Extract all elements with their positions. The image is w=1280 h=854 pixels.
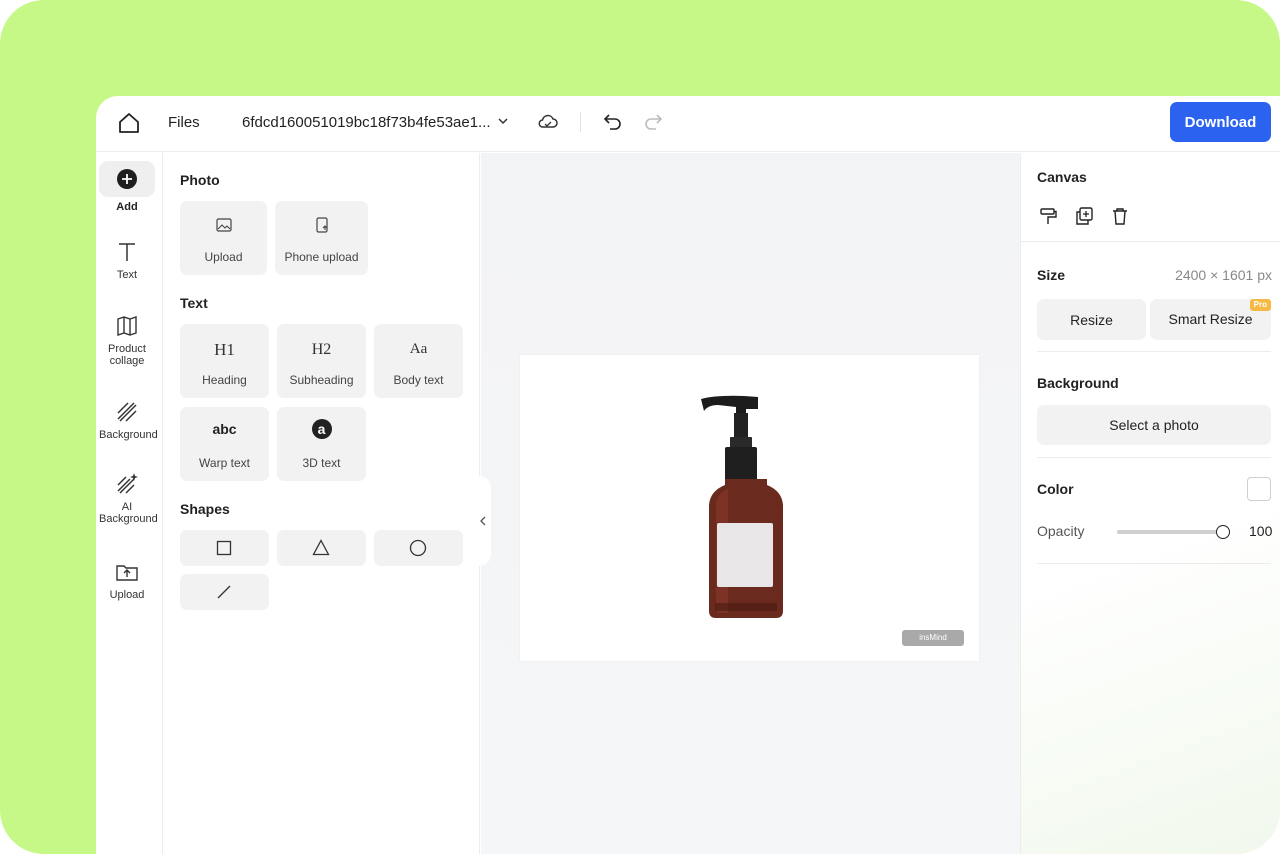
section-title-shapes: Shapes xyxy=(180,501,230,517)
warp-text-tile[interactable]: abc Warp text xyxy=(180,407,269,481)
subheading-tile[interactable]: H2 Subheading xyxy=(277,324,366,398)
3d-text-glyph: a xyxy=(311,419,332,439)
nav-item-label: Upload xyxy=(109,589,145,601)
phone-upload-tile[interactable]: Phone upload xyxy=(275,201,368,275)
phone-upload-icon xyxy=(313,216,331,234)
shape-triangle[interactable] xyxy=(277,530,366,566)
nav-rail: Add Text Product collage Background AI B… xyxy=(96,153,163,854)
chevron-left-icon xyxy=(478,514,488,528)
upload-folder-icon xyxy=(114,559,140,585)
3d-text-tile[interactable]: a 3D text xyxy=(277,407,366,481)
trash-icon[interactable] xyxy=(1109,205,1131,227)
ai-background-icon xyxy=(114,471,140,497)
smart-resize-button[interactable]: Smart Resize Pro xyxy=(1150,299,1271,340)
opacity-value: 100 xyxy=(1249,523,1273,539)
select-photo-button[interactable]: Select a photo xyxy=(1037,405,1271,445)
add-panel: Photo Upload Phone upload Text H1 Headin… xyxy=(164,153,480,854)
nav-item-label: Product collage xyxy=(108,343,146,367)
shape-line[interactable] xyxy=(180,574,269,610)
canvas-stage: insMind xyxy=(481,153,1020,854)
opacity-slider-fill xyxy=(1117,530,1223,534)
nav-item-label: Add xyxy=(116,201,138,213)
nav-item-label: Text xyxy=(116,269,138,281)
heading-tile[interactable]: H1 Heading xyxy=(180,324,269,398)
smart-resize-label: Smart Resize xyxy=(1168,311,1253,327)
collage-icon xyxy=(114,313,140,339)
section-divider xyxy=(1021,241,1280,242)
body-text-tile[interactable]: Aa Body text xyxy=(374,324,463,398)
paint-roller-icon[interactable] xyxy=(1037,205,1059,227)
color-swatch[interactable] xyxy=(1247,477,1271,501)
nav-item-background[interactable]: Background xyxy=(99,399,158,441)
line-icon xyxy=(216,584,232,600)
size-section-title: Size xyxy=(1037,267,1066,283)
pro-badge: Pro xyxy=(1249,299,1271,311)
square-icon xyxy=(216,540,232,556)
photo-upload-tile[interactable]: Upload xyxy=(180,201,267,275)
top-bar: Files 6fdcd160051019bc18f73b4fe53ae1... … xyxy=(96,96,1280,152)
nav-item-label: AI Background xyxy=(99,501,158,525)
opacity-slider-handle[interactable] xyxy=(1216,525,1230,539)
device-frame: Files 6fdcd160051019bc18f73b4fe53ae1... … xyxy=(0,0,1280,854)
properties-panel: Canvas Size 2400 × 1601 px Resize Smart … xyxy=(1020,153,1280,854)
download-button[interactable]: Download xyxy=(1170,102,1271,142)
section-title-photo: Photo xyxy=(180,172,220,188)
resize-button[interactable]: Resize xyxy=(1037,299,1146,340)
file-name[interactable]: 6fdcd160051019bc18f73b4fe53ae1... xyxy=(242,114,491,131)
circle-icon xyxy=(409,539,427,557)
cloud-save-icon[interactable] xyxy=(536,110,560,134)
color-section-title: Color xyxy=(1037,481,1074,497)
toolbar-divider xyxy=(580,112,581,132)
shape-square[interactable] xyxy=(180,530,269,566)
duplicate-icon[interactable] xyxy=(1073,205,1095,227)
redo-icon[interactable] xyxy=(642,110,664,132)
opacity-slider[interactable] xyxy=(1117,525,1230,539)
nav-item-label: Background xyxy=(99,429,158,441)
warp-text-glyph: abc xyxy=(212,421,237,437)
text-icon xyxy=(114,239,140,265)
product-bottle-image[interactable] xyxy=(696,393,786,623)
plus-circle-icon xyxy=(114,166,140,192)
body-text-glyph: Aa xyxy=(409,341,428,357)
canvas-page[interactable]: insMind xyxy=(520,355,979,661)
nav-item-upload[interactable]: Upload xyxy=(99,559,155,601)
triangle-icon xyxy=(312,539,330,556)
subheading-glyph: H2 xyxy=(311,341,332,358)
watermark-text: insMind xyxy=(919,633,947,642)
section-divider xyxy=(1037,351,1271,352)
canvas-size-value: 2400 × 1601 px xyxy=(1175,267,1272,283)
image-upload-icon xyxy=(215,216,233,234)
section-divider xyxy=(1037,563,1271,564)
chevron-down-icon[interactable] xyxy=(496,114,510,128)
undo-icon[interactable] xyxy=(602,110,624,132)
opacity-label: Opacity xyxy=(1037,523,1085,539)
section-divider xyxy=(1037,457,1271,458)
nav-item-text[interactable]: Text xyxy=(99,239,155,281)
editor-window: Files 6fdcd160051019bc18f73b4fe53ae1... … xyxy=(96,96,1280,854)
files-link[interactable]: Files xyxy=(168,114,200,131)
background-section-title: Background xyxy=(1037,375,1119,391)
shape-circle[interactable] xyxy=(374,530,463,566)
nav-item-add[interactable] xyxy=(99,161,155,197)
nav-item-ai-background[interactable]: AI Background xyxy=(99,471,158,525)
hatched-background-icon xyxy=(114,399,140,425)
heading-glyph: H1 xyxy=(214,340,235,359)
canvas-section-title: Canvas xyxy=(1037,169,1087,185)
collapse-panel-tab[interactable] xyxy=(477,476,491,566)
home-icon[interactable] xyxy=(116,110,142,136)
nav-item-product-collage[interactable]: Product collage xyxy=(99,313,155,367)
watermark-badge: insMind xyxy=(902,630,964,646)
section-title-text: Text xyxy=(180,295,208,311)
